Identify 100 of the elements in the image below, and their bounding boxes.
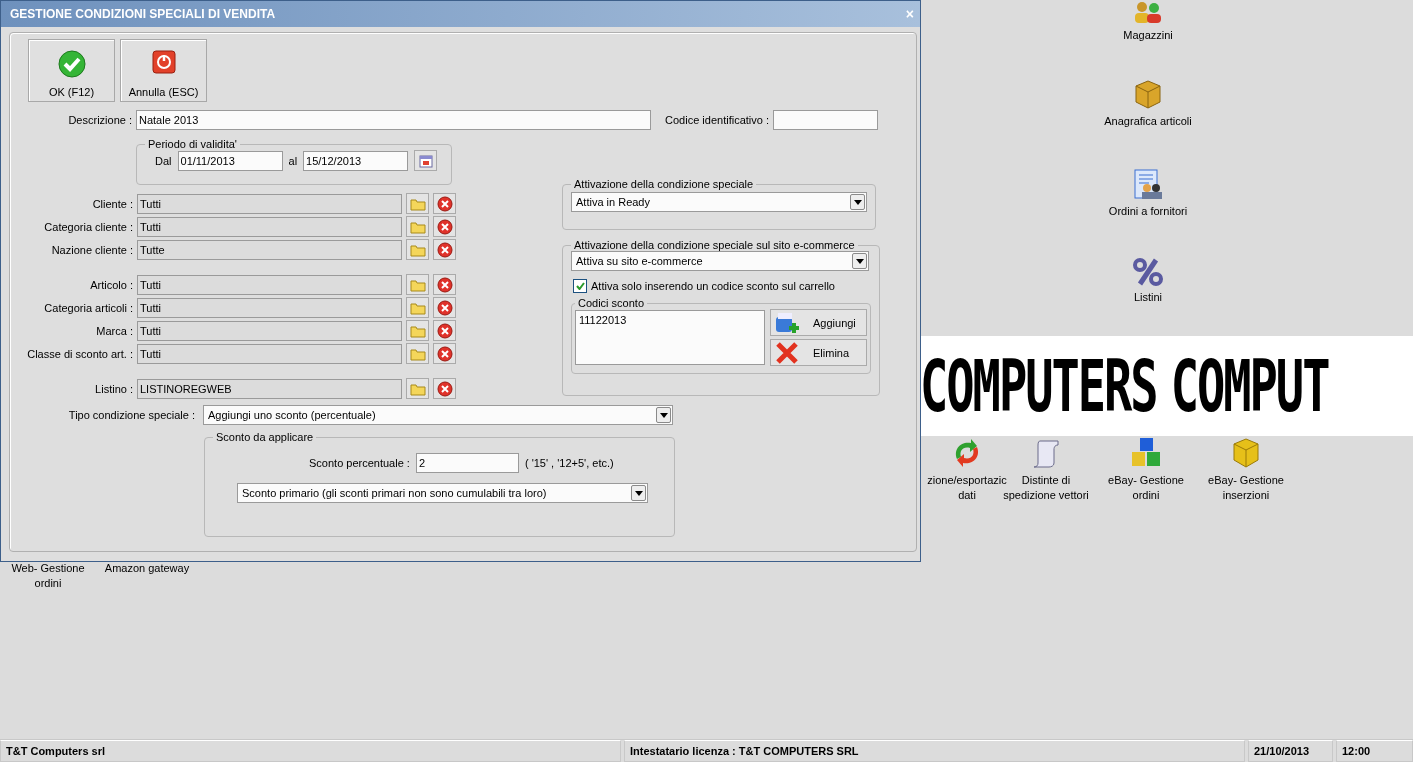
calendar-button[interactable] (414, 150, 438, 171)
clear-icon (436, 195, 453, 212)
group-title: Attivazione della condizione speciale (573, 178, 755, 190)
clear-icon (436, 322, 453, 339)
percent-icon (1132, 258, 1164, 286)
checkmark-icon (57, 50, 86, 78)
ecommerce-select[interactable]: Attiva su sito e-commerce (571, 251, 869, 271)
add-icon (775, 311, 799, 334)
field-label: Descrizione : (67, 114, 132, 126)
dropdown-button[interactable] (850, 194, 865, 210)
field-label: Marca : (95, 324, 133, 337)
code-field[interactable] (773, 110, 878, 130)
desktop-icon-label[interactable]: Web- Gestione ordini (11, 561, 85, 591)
folder-icon (409, 300, 426, 315)
clear-button[interactable] (433, 216, 456, 237)
people-icon (1132, 0, 1164, 24)
field-label: Categoria articoli : (43, 301, 133, 314)
field-label: Categoria cliente : (43, 220, 133, 233)
field-label: al (288, 154, 298, 167)
group-title: Attivazione della condizione speciale sul sito e-commerce (573, 239, 856, 251)
clear-icon (436, 299, 453, 316)
window-title: GESTIONE CONDIZIONI SPECIALI DI VENDITA (10, 7, 276, 21)
lookup-field[interactable]: Tutti (137, 343, 402, 364)
calendar-icon (418, 153, 433, 168)
status-text: 21/10/2013 (1248, 740, 1333, 762)
dropdown-button[interactable] (656, 407, 671, 423)
field-label: Classe di sconto art. : (26, 347, 133, 360)
clear-icon (436, 276, 453, 293)
lookup-field[interactable]: Tutti (137, 216, 402, 237)
field-label: Codice identificativo : (664, 114, 769, 126)
desktop-icon-label[interactable]: eBay- Gestione ordini (1108, 473, 1184, 503)
folder-icon (409, 277, 426, 292)
percent-field[interactable]: 2 (415, 453, 519, 473)
cart-code-checkbox[interactable]: Attiva solo inserendo un codice sconto sul carrello (573, 279, 871, 293)
clear-button[interactable] (433, 320, 456, 341)
power-icon (151, 50, 176, 74)
caret-icon (855, 258, 864, 264)
add-button[interactable]: Aggiungi (770, 309, 867, 336)
clear-button[interactable] (433, 193, 456, 214)
status-text: 12:00 (1336, 740, 1413, 762)
ok-button[interactable]: OK (F12) (28, 39, 115, 102)
folder-icon (409, 196, 426, 211)
field-label: Cliente : (91, 197, 133, 210)
desktop-icon-label[interactable]: Magazzini (1123, 28, 1173, 43)
discount-mode-select[interactable]: Sconto primario (gli sconti primari non sono cumulabili tra loro) (237, 483, 648, 503)
folder-icon (409, 381, 426, 396)
date-field[interactable]: 01/11/2013 (177, 150, 283, 171)
group-title: Codici sconto (577, 297, 646, 309)
list-item[interactable]: 11122013 (579, 314, 761, 326)
dropdown-button[interactable] (631, 485, 646, 501)
clear-button[interactable] (433, 274, 456, 295)
field-label: Nazione cliente : (50, 243, 133, 256)
clear-button[interactable] (433, 239, 456, 260)
cancel-button[interactable]: Annulla (ESC) (120, 39, 207, 102)
desktop-icon-label[interactable]: Listini (1133, 290, 1163, 305)
desktop-icon-label[interactable]: Ordini a fornitori (1108, 204, 1188, 219)
clear-icon (436, 218, 453, 235)
logo-text: COMPUT (1170, 344, 1329, 428)
clear-icon (436, 241, 453, 258)
lookup-field[interactable]: Tutti (137, 274, 402, 295)
lookup-field[interactable]: Tutti (137, 297, 402, 318)
dropdown-button[interactable] (852, 253, 867, 269)
desktop-icon-label[interactable]: eBay- Gestione inserzioni (1208, 473, 1284, 503)
description-field[interactable]: Natale 2013 (136, 110, 651, 130)
clear-icon (436, 380, 453, 397)
folder-icon (409, 219, 426, 234)
clear-button[interactable] (433, 378, 456, 399)
field-label: Dal (155, 154, 172, 167)
desktop-icon-label[interactable]: Anagrafica articoli (1104, 114, 1192, 129)
desktop-icon-label[interactable]: Amazon gateway (104, 561, 190, 576)
caret-icon (659, 412, 668, 418)
document-people-icon (1132, 168, 1164, 200)
group-title: Sconto da applicare (215, 431, 315, 443)
field-label: Sconto percentuale : (309, 457, 410, 469)
field-label: Articolo : (89, 278, 133, 291)
clear-button[interactable] (433, 343, 456, 364)
delete-icon (775, 341, 799, 364)
group-title: Periodo di validita' (147, 138, 238, 150)
lookup-field[interactable]: LISTINOREGWEB (137, 378, 402, 399)
lookup-field[interactable]: Tutti (137, 193, 402, 214)
folder-icon (409, 346, 426, 361)
hint-text: ( '15' , '12+5', etc.) (524, 457, 614, 469)
field-label: Listino : (94, 382, 133, 395)
lookup-field[interactable]: Tutti (137, 320, 402, 341)
folder-icon (409, 242, 426, 257)
date-field[interactable]: 15/12/2013 (303, 150, 409, 171)
status-text: T&T Computers srl (0, 740, 621, 762)
activation-select[interactable]: Attiva in Ready (571, 192, 867, 212)
caret-icon (634, 490, 643, 496)
lookup-field[interactable]: Tutte (137, 239, 402, 260)
codes-list[interactable]: 11122013 (575, 310, 765, 365)
status-text: Intestatario licenza : T&T COMPUTERS SRL (624, 740, 1245, 762)
cube-icon (1230, 437, 1262, 469)
clear-icon (436, 345, 453, 362)
condition-type-select[interactable]: Aggiungi uno sconto (percentuale) (203, 405, 673, 425)
logo-text: COMPUTERS (920, 344, 1157, 428)
delete-button[interactable]: Elimina (770, 339, 867, 366)
box-icon (1132, 78, 1164, 110)
folder-icon (409, 323, 426, 338)
clear-button[interactable] (433, 297, 456, 318)
